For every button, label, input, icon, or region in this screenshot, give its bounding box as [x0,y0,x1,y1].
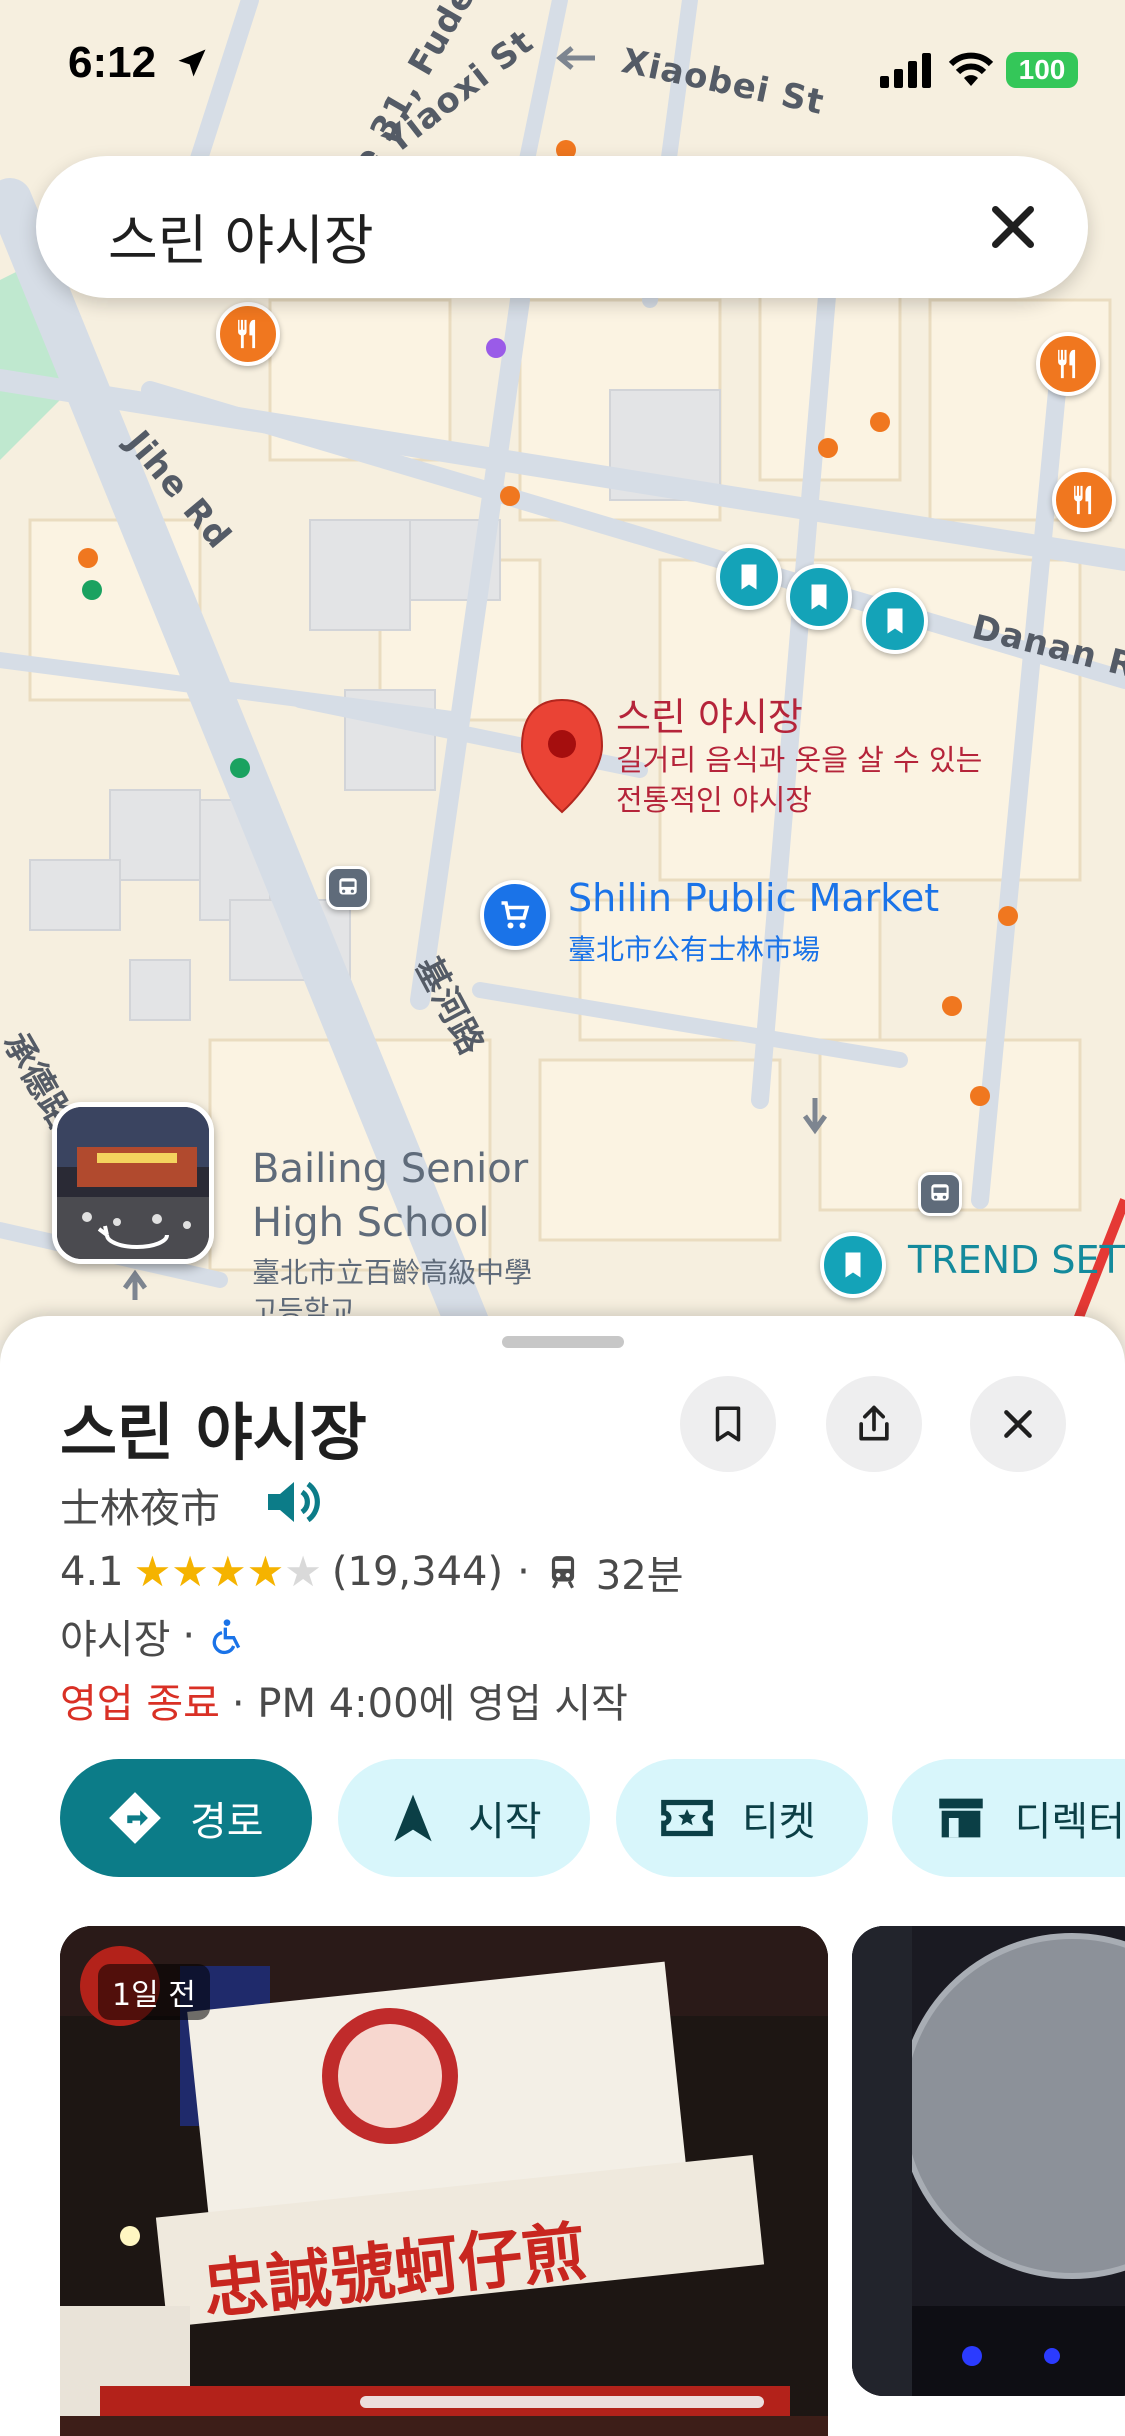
place-photo[interactable] [852,1926,1125,2396]
status-bar: 6:12 100 [0,0,1125,140]
restaurant-icon [1058,349,1076,379]
star-icon: ★ [208,1547,247,1596]
poi-dot[interactable] [82,580,102,600]
place-photo[interactable]: 忠誠號蚵仔煎 1일 전 [60,1926,828,2436]
location-arrow-icon [178,49,206,77]
cellular-signal-icon [880,53,931,88]
map-view[interactable]: Xiaobei St Yiaoxi St ne 31, Fude Jihe Rd… [0,0,1125,1340]
transit-stop[interactable] [918,1172,962,1216]
separator: · [517,1549,530,1595]
place-native-name: 士林夜市 [60,1486,220,1532]
poi-dot[interactable] [230,758,250,778]
street-view-image [57,1107,209,1259]
transit-stop[interactable] [326,866,370,910]
share-button[interactable] [826,1376,922,1472]
battery-icon: 100 [1006,52,1078,88]
restaurant-pin[interactable] [216,302,280,366]
review-count[interactable]: (19,344) [332,1549,503,1595]
transit-icon [931,1184,949,1201]
poi-dot[interactable] [870,412,890,432]
restaurant-icon [238,319,256,349]
bookmark-pin[interactable] [716,544,782,610]
bookmark-icon [811,584,827,610]
bookmark-icon [887,608,903,634]
sheet-grabber[interactable] [502,1336,624,1348]
home-indicator[interactable] [360,2396,764,2408]
school-name[interactable]: Bailing Senior High School [252,1142,572,1250]
restaurant-icon [1074,485,1092,515]
star-icon: ★ [171,1547,209,1596]
search-input[interactable]: 스린 야시장 [108,196,374,275]
separator: · [182,1613,196,1659]
poi-dot[interactable] [78,548,98,568]
marker-title[interactable]: 스린 야시장 [616,686,803,741]
rating-row[interactable]: 4.1 ★ ★ ★ ★ ★ (19,344) · 32분 [60,1542,684,1602]
close-icon[interactable] [978,192,1048,262]
photo-age-badge: 1일 전 [98,1964,210,2020]
share-icon [859,1405,889,1441]
directions-icon [100,1783,170,1853]
bookmark-pin[interactable] [862,588,928,654]
street-view-thumbnail[interactable] [52,1102,214,1264]
rating-stars: ★ ★ ★ ★ ★ [134,1551,322,1593]
directions-button[interactable]: 경로 [60,1759,312,1877]
star-icon: ★ [246,1547,285,1596]
poi-dot[interactable] [942,996,962,1016]
transit-icon [339,878,357,895]
start-navigation-button[interactable]: 시작 [338,1759,590,1877]
marker-description: 길거리 음식과 옷을 살 수 있는 전통적인 야시장 [616,743,983,817]
directions-label: 경로 [190,1799,264,1845]
ticket-icon [652,1783,722,1853]
bookmark-pin[interactable] [786,564,852,630]
poi-dot[interactable] [486,338,506,358]
star-icon: ★ [133,1547,172,1596]
store-icon [928,1783,995,1853]
bookmark-pin[interactable] [820,1232,886,1298]
hours-row[interactable]: 영업 종료 · PM 4:00에 영업 시작 [60,1670,628,1730]
bookmark-icon [741,564,757,590]
restaurant-pin[interactable] [1052,468,1116,532]
restaurant-pin[interactable] [1036,332,1100,396]
place-title: 스린 야시장 [60,1396,367,1469]
tickets-label: 티켓 [742,1799,816,1845]
shopping-cart-icon [501,901,530,929]
directory-label: 디렉터 [1014,1799,1125,1845]
status-time: 6:12 [68,38,210,88]
market-pin[interactable] [480,880,550,950]
category-row: 야시장 · [60,1606,247,1666]
wheelchair-icon [212,1619,241,1655]
trend-setter-label[interactable]: TREND SETT [908,1238,1125,1282]
poi-dot[interactable] [970,1086,990,1106]
start-label: 시작 [468,1799,542,1845]
market-name[interactable]: Shilin Public Market [568,876,939,920]
save-icon [715,1406,741,1442]
hours-status: 영업 종료 [60,1681,220,1727]
navigation-arrow-icon [378,1783,448,1853]
building-photo [852,1926,1125,2396]
hours-next-open: · PM 4:00에 영업 시작 [231,1681,628,1727]
close-sheet-button[interactable] [970,1376,1066,1472]
close-icon [1004,1410,1032,1438]
status-time-text: 6:12 [68,38,157,87]
directory-button[interactable]: 디렉터 [892,1759,1125,1877]
save-button[interactable] [680,1376,776,1472]
star-icon: ★ [284,1547,322,1596]
poi-dot[interactable] [500,486,520,506]
market-native-name: 臺北市公有士林市場 [568,933,821,966]
place-category: 야시장 [60,1617,171,1663]
wifi-icon [948,52,994,86]
poi-dot[interactable] [998,906,1018,926]
school-native-name-chinese: 臺北市立百齡高級中學 [252,1256,533,1289]
transit-time: 32분 [595,1553,684,1599]
search-bar[interactable]: 스린 야시장 [36,156,1088,298]
place-sheet[interactable]: 스린 야시장 士林夜市 4.1 ★ ★ ★ ★ ★ (19,344) · 32분… [0,1316,1125,2436]
rating-value: 4.1 [60,1549,124,1595]
tickets-button[interactable]: 티켓 [616,1759,868,1877]
train-icon [551,1556,574,1589]
speaker-icon[interactable] [262,1474,322,1530]
poi-dot[interactable] [818,438,838,458]
bookmark-icon [845,1252,861,1278]
